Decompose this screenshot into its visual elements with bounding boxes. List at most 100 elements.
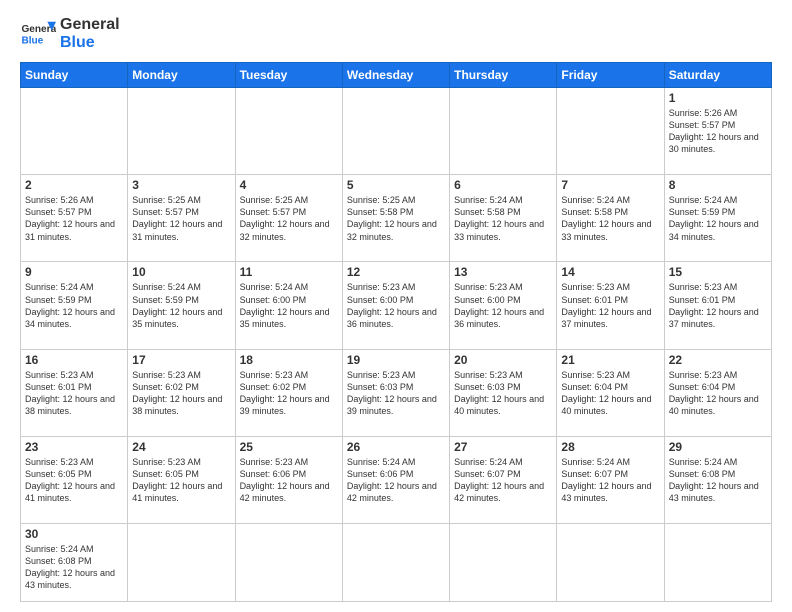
calendar-day-cell: 27 Sunrise: 5:24 AM Sunset: 6:07 PM Dayli… — [450, 436, 557, 523]
header: General Blue General Blue — [20, 16, 772, 52]
day-info-text: Sunrise: 5:23 AM Sunset: 6:00 PM Dayligh… — [347, 281, 445, 330]
calendar-day-cell: 21 Sunrise: 5:23 AM Sunset: 6:04 PM Dayli… — [557, 349, 664, 436]
calendar-day-cell — [557, 523, 664, 601]
calendar-week-row: 2Sunrise: 5:26 AM Sunset: 5:57 PM Daylig… — [21, 175, 772, 262]
calendar-day-cell — [128, 88, 235, 175]
calendar-day-cell: 13 Sunrise: 5:23 AM Sunset: 6:00 PM Dayli… — [450, 262, 557, 349]
calendar-day-cell: 14 Sunrise: 5:23 AM Sunset: 6:01 PM Dayli… — [557, 262, 664, 349]
day-number: 16 — [25, 353, 123, 367]
day-number: 14 — [561, 265, 659, 279]
day-number: 6 — [454, 178, 552, 192]
weekday-header-sunday: Sunday — [21, 63, 128, 88]
calendar-day-cell: 22Sunrise: 5:23 AM Sunset: 6:04 PM Dayli… — [664, 349, 771, 436]
day-number: 27 — [454, 440, 552, 454]
calendar-week-row: 9 Sunrise: 5:24 AM Sunset: 5:59 PM Daylig… — [21, 262, 772, 349]
calendar-day-cell: 29 Sunrise: 5:24 AM Sunset: 6:08 PM Dayli… — [664, 436, 771, 523]
svg-text:Blue: Blue — [21, 35, 43, 46]
weekday-header-monday: Monday — [128, 63, 235, 88]
calendar-day-cell — [21, 88, 128, 175]
day-info-text: Sunrise: 5:25 AM Sunset: 5:57 PM Dayligh… — [132, 194, 230, 243]
day-number: 29 — [669, 440, 767, 454]
day-number: 26 — [347, 440, 445, 454]
day-info-text: Sunrise: 5:23 AM Sunset: 6:01 PM Dayligh… — [669, 281, 767, 330]
day-number: 30 — [25, 527, 123, 541]
day-info-text: Sunrise: 5:26 AM Sunset: 5:57 PM Dayligh… — [669, 107, 767, 156]
calendar-week-row: 1 Sunrise: 5:26 AM Sunset: 5:57 PM Daylig… — [21, 88, 772, 175]
calendar-week-row: 23 Sunrise: 5:23 AM Sunset: 6:05 PM Dayli… — [21, 436, 772, 523]
generalblue-logo-icon: General Blue — [20, 16, 56, 52]
day-info-text: Sunrise: 5:24 AM Sunset: 5:58 PM Dayligh… — [561, 194, 659, 243]
day-info-text: Sunrise: 5:26 AM Sunset: 5:57 PM Dayligh… — [25, 194, 123, 243]
day-info-text: Sunrise: 5:24 AM Sunset: 6:08 PM Dayligh… — [25, 543, 123, 592]
calendar-day-cell — [342, 88, 449, 175]
day-number: 10 — [132, 265, 230, 279]
logo: General Blue General Blue — [20, 16, 120, 52]
day-info-text: Sunrise: 5:24 AM Sunset: 6:07 PM Dayligh… — [454, 456, 552, 505]
calendar-day-cell — [235, 88, 342, 175]
day-number: 7 — [561, 178, 659, 192]
calendar-day-cell: 23 Sunrise: 5:23 AM Sunset: 6:05 PM Dayli… — [21, 436, 128, 523]
calendar-day-cell: 16 Sunrise: 5:23 AM Sunset: 6:01 PM Dayli… — [21, 349, 128, 436]
day-number: 1 — [669, 91, 767, 105]
day-number: 18 — [240, 353, 338, 367]
calendar-day-cell — [450, 523, 557, 601]
day-number: 28 — [561, 440, 659, 454]
day-number: 12 — [347, 265, 445, 279]
day-info-text: Sunrise: 5:23 AM Sunset: 6:05 PM Dayligh… — [25, 456, 123, 505]
weekday-header-row: SundayMondayTuesdayWednesdayThursdayFrid… — [21, 63, 772, 88]
day-number: 13 — [454, 265, 552, 279]
day-number: 8 — [669, 178, 767, 192]
day-info-text: Sunrise: 5:23 AM Sunset: 6:01 PM Dayligh… — [25, 369, 123, 418]
calendar-day-cell: 10 Sunrise: 5:24 AM Sunset: 5:59 PM Dayli… — [128, 262, 235, 349]
day-info-text: Sunrise: 5:24 AM Sunset: 6:06 PM Dayligh… — [347, 456, 445, 505]
calendar-week-row: 16 Sunrise: 5:23 AM Sunset: 6:01 PM Dayli… — [21, 349, 772, 436]
calendar-day-cell: 5Sunrise: 5:25 AM Sunset: 5:58 PM Daylig… — [342, 175, 449, 262]
weekday-header-friday: Friday — [557, 63, 664, 88]
calendar-day-cell — [128, 523, 235, 601]
calendar-day-cell: 2Sunrise: 5:26 AM Sunset: 5:57 PM Daylig… — [21, 175, 128, 262]
day-number: 19 — [347, 353, 445, 367]
day-number: 23 — [25, 440, 123, 454]
page: General Blue General Blue SundayMondayTu… — [0, 0, 792, 612]
day-info-text: Sunrise: 5:25 AM Sunset: 5:58 PM Dayligh… — [347, 194, 445, 243]
calendar-day-cell — [235, 523, 342, 601]
calendar-day-cell: 12 Sunrise: 5:23 AM Sunset: 6:00 PM Dayli… — [342, 262, 449, 349]
calendar-day-cell: 8 Sunrise: 5:24 AM Sunset: 5:59 PM Daylig… — [664, 175, 771, 262]
day-info-text: Sunrise: 5:24 AM Sunset: 5:58 PM Dayligh… — [454, 194, 552, 243]
calendar-day-cell: 1 Sunrise: 5:26 AM Sunset: 5:57 PM Daylig… — [664, 88, 771, 175]
day-number: 9 — [25, 265, 123, 279]
calendar-day-cell: 18 Sunrise: 5:23 AM Sunset: 6:02 PM Dayli… — [235, 349, 342, 436]
day-info-text: Sunrise: 5:24 AM Sunset: 5:59 PM Dayligh… — [132, 281, 230, 330]
day-info-text: Sunrise: 5:23 AM Sunset: 6:03 PM Dayligh… — [347, 369, 445, 418]
calendar-day-cell: 30 Sunrise: 5:24 AM Sunset: 6:08 PM Dayli… — [21, 523, 128, 601]
day-info-text: Sunrise: 5:23 AM Sunset: 6:00 PM Dayligh… — [454, 281, 552, 330]
calendar-week-row: 30 Sunrise: 5:24 AM Sunset: 6:08 PM Dayli… — [21, 523, 772, 601]
calendar-day-cell: 9Sunrise: 5:24 AM Sunset: 5:59 PM Daylig… — [21, 262, 128, 349]
day-info-text: Sunrise: 5:25 AM Sunset: 5:57 PM Dayligh… — [240, 194, 338, 243]
calendar-day-cell: 28Sunrise: 5:24 AM Sunset: 6:07 PM Dayli… — [557, 436, 664, 523]
weekday-header-tuesday: Tuesday — [235, 63, 342, 88]
day-number: 15 — [669, 265, 767, 279]
calendar-day-cell: 11Sunrise: 5:24 AM Sunset: 6:00 PM Dayli… — [235, 262, 342, 349]
day-info-text: Sunrise: 5:23 AM Sunset: 6:05 PM Dayligh… — [132, 456, 230, 505]
calendar-day-cell: 7 Sunrise: 5:24 AM Sunset: 5:58 PM Daylig… — [557, 175, 664, 262]
day-info-text: Sunrise: 5:23 AM Sunset: 6:04 PM Dayligh… — [561, 369, 659, 418]
day-info-text: Sunrise: 5:23 AM Sunset: 6:01 PM Dayligh… — [561, 281, 659, 330]
day-number: 11 — [240, 265, 338, 279]
calendar-day-cell — [342, 523, 449, 601]
day-info-text: Sunrise: 5:24 AM Sunset: 5:59 PM Dayligh… — [669, 194, 767, 243]
day-info-text: Sunrise: 5:24 AM Sunset: 6:08 PM Dayligh… — [669, 456, 767, 505]
day-info-text: Sunrise: 5:23 AM Sunset: 6:02 PM Dayligh… — [240, 369, 338, 418]
calendar-day-cell — [664, 523, 771, 601]
calendar-table: SundayMondayTuesdayWednesdayThursdayFrid… — [20, 62, 772, 602]
calendar-day-cell — [557, 88, 664, 175]
calendar-day-cell: 17 Sunrise: 5:23 AM Sunset: 6:02 PM Dayli… — [128, 349, 235, 436]
day-number: 20 — [454, 353, 552, 367]
calendar-day-cell — [450, 88, 557, 175]
calendar-day-cell: 6 Sunrise: 5:24 AM Sunset: 5:58 PM Daylig… — [450, 175, 557, 262]
day-info-text: Sunrise: 5:23 AM Sunset: 6:02 PM Dayligh… — [132, 369, 230, 418]
logo-blue-text: Blue — [60, 34, 120, 52]
calendar-day-cell: 26 Sunrise: 5:24 AM Sunset: 6:06 PM Dayli… — [342, 436, 449, 523]
day-number: 17 — [132, 353, 230, 367]
day-number: 21 — [561, 353, 659, 367]
